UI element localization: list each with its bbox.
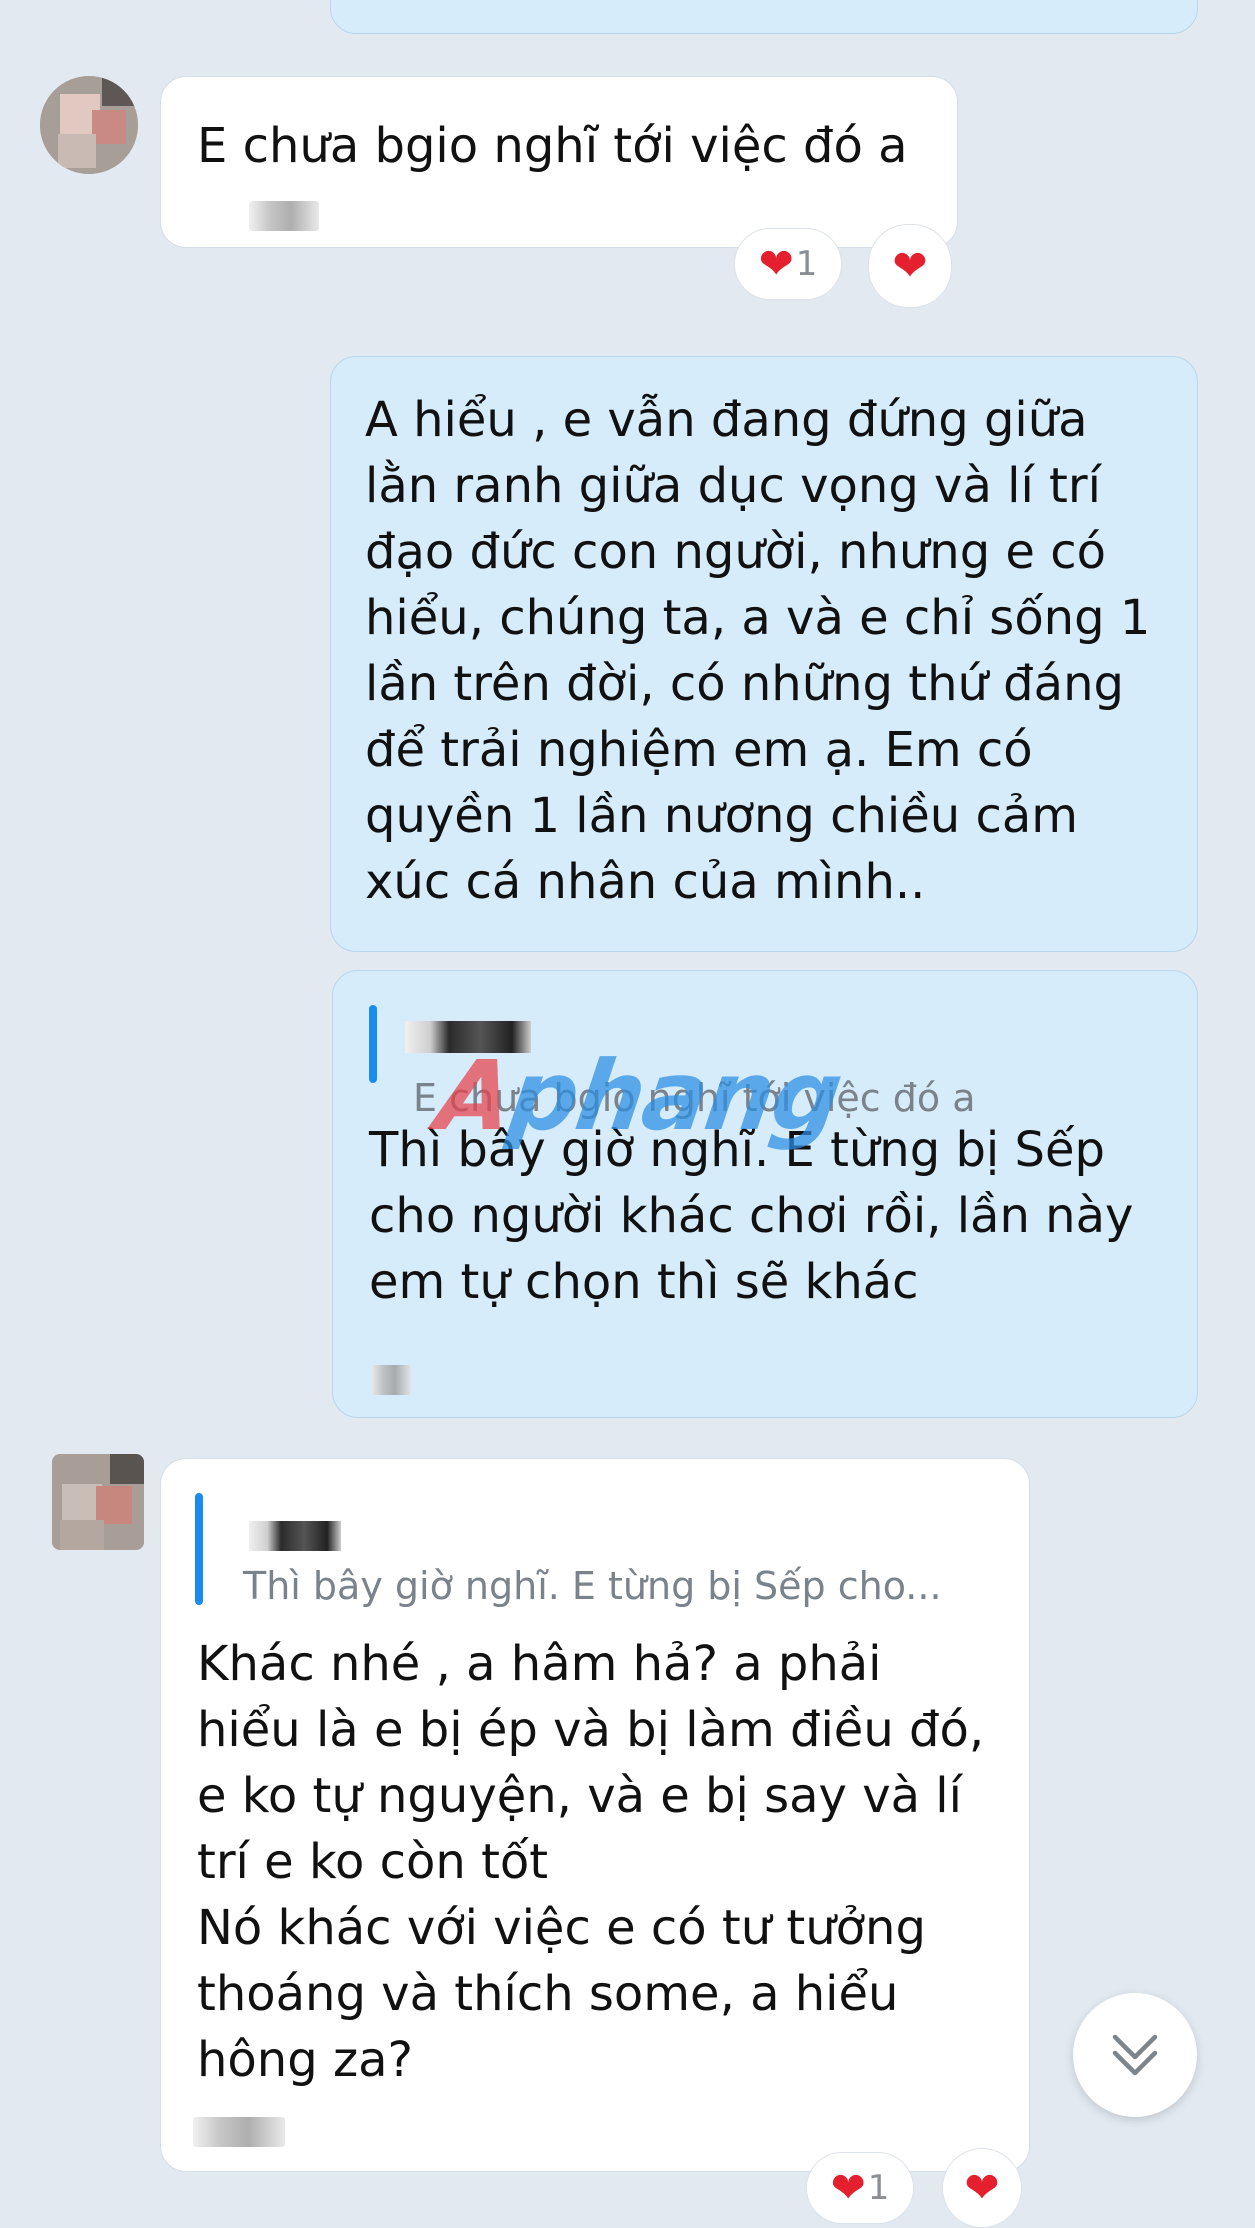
quote-bar <box>195 1493 203 1605</box>
quoted-message-text[interactable]: Thì bây giờ nghĩ. E từng bị Sếp cho... <box>243 1563 942 1609</box>
quoted-sender-name-blurred <box>249 1521 341 1551</box>
heart-icon: ❤ <box>830 2163 866 2212</box>
message-bubble-outgoing[interactable]: A hiểu , e vẫn đang đứng giữa lằn ranh g… <box>330 356 1198 952</box>
message-bubble-incoming[interactable]: E chưa bgio nghĩ tới việc đó a <box>160 76 958 248</box>
reaction-summary[interactable]: ❤ 1 <box>806 2152 914 2224</box>
reaction-summary[interactable]: ❤ 1 <box>734 228 842 300</box>
reaction-count: 1 <box>867 2168 890 2208</box>
heart-icon: ❤ <box>892 241 928 290</box>
chevron-double-down-icon <box>1112 2034 1158 2076</box>
timestamp-blurred <box>249 201 319 231</box>
previous-message-bubble[interactable] <box>330 0 1198 34</box>
reply-bubble-outgoing[interactable]: E chưa bgio nghĩ tới việc đó a Thì bây g… <box>332 970 1198 1418</box>
sender-avatar[interactable] <box>40 76 138 174</box>
heart-icon: ❤ <box>964 2163 1000 2212</box>
sender-avatar[interactable] <box>52 1454 144 1550</box>
reply-bubble-incoming[interactable]: Thì bây giờ nghĩ. E từng bị Sếp cho... K… <box>160 1458 1030 2172</box>
react-heart-button[interactable]: ❤ <box>942 2148 1022 2228</box>
watermark-logo: Aphang <box>430 1040 847 1152</box>
scroll-to-bottom-button[interactable] <box>1073 1993 1197 2117</box>
watermark-rest: phang <box>502 1040 848 1152</box>
reaction-count: 1 <box>795 244 818 284</box>
message-text: Khác nhé , a hâm hả? a phải hiểu là e bị… <box>197 1636 985 2088</box>
message-text: E chưa bgio nghĩ tới việc đó a <box>197 118 908 174</box>
timestamp-blurred <box>193 2117 285 2147</box>
timestamp-blurred <box>371 1365 411 1395</box>
heart-icon: ❤ <box>758 239 794 288</box>
quote-bar <box>369 1005 377 1083</box>
message-text: A hiểu , e vẫn đang đứng giữa lằn ranh g… <box>365 392 1151 910</box>
react-heart-button[interactable]: ❤ <box>868 224 952 308</box>
